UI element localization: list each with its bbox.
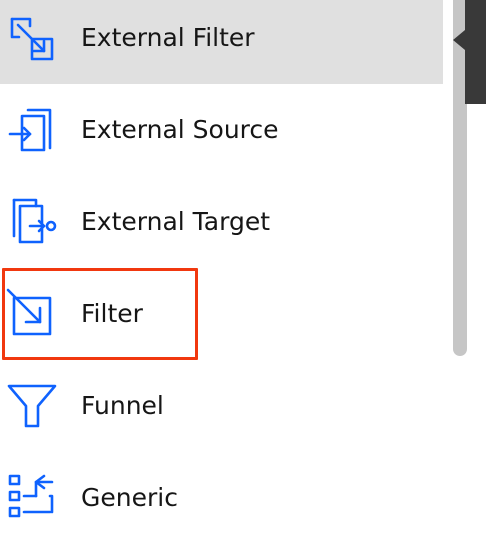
palette-item-external-source[interactable]: External Source (0, 84, 443, 176)
generic-icon (8, 474, 54, 518)
external-filter-icon (10, 17, 54, 61)
palette-item-funnel[interactable]: Funnel (0, 360, 443, 452)
palette-item-filter[interactable]: Filter (0, 268, 443, 360)
external-target-icon (12, 198, 57, 244)
tooltip-caret (453, 30, 465, 50)
filter-icon (6, 288, 52, 336)
palette-item-generic[interactable]: Generic (0, 452, 443, 544)
palette-item-label: External Source (81, 115, 279, 144)
palette-item-label: Generic (81, 483, 178, 512)
palette-item-label: External Filter (81, 23, 255, 52)
palette-item-external-target[interactable]: External Target (0, 176, 443, 268)
external-source-icon (8, 108, 52, 152)
palette-item-label: Funnel (81, 391, 164, 420)
tooltip-panel (465, 0, 486, 104)
funnel-icon (7, 384, 57, 428)
palette-item-external-filter[interactable]: External Filter (0, 0, 443, 84)
palette-item-label: External Target (81, 207, 271, 236)
node-palette-list: External Filter External Source External… (0, 0, 444, 534)
palette-item-label: Filter (81, 299, 143, 328)
